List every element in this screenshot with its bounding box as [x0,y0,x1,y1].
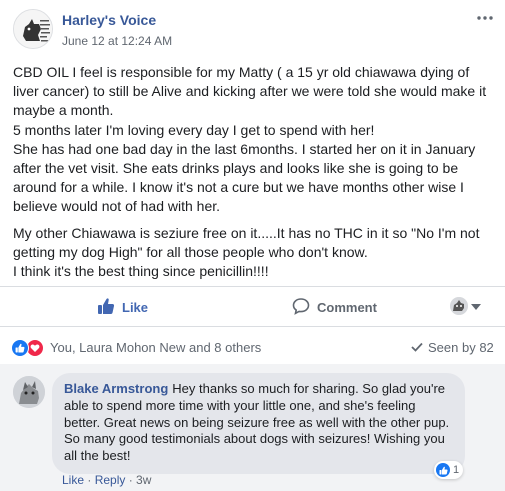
reactions-summary: You, Laura Mohon New and 8 others Seen b… [0,336,505,358]
commenter-avatar[interactable] [13,376,45,408]
post-as-selector[interactable] [450,296,481,316]
seen-by[interactable]: Seen by 82 [411,340,494,355]
comment-like-link[interactable]: Like [62,473,84,487]
like-reaction-icon [436,463,450,477]
comment-author[interactable]: Blake Armstrong [64,381,168,396]
checkmark-icon [411,340,423,355]
post-paragraph: CBD OIL I feel is responsible for my Mat… [13,64,487,215]
post-card: Harley's Voice June 12 at 12:24 AM CBD O… [0,0,505,491]
like-button-label: Like [122,299,149,315]
separator: · [125,473,137,487]
dropdown-caret-icon [471,297,481,315]
post-action-bar: Like Comment [0,286,505,326]
comment-reaction-badge[interactable]: 1 [434,461,464,479]
thumbs-up-icon [97,297,115,318]
post-timestamp[interactable]: June 12 at 12:24 AM [62,34,172,48]
more-options-icon[interactable] [473,10,497,26]
reaction-names[interactable]: You, Laura Mohon New and 8 others [50,340,261,355]
page-mini-avatar [450,297,468,315]
comment-bubble: Blake Armstrong Hey thanks so much for sh… [52,373,465,474]
like-reaction-icon [11,339,29,357]
seen-by-label: Seen by 82 [428,340,494,355]
comment-actions: Like · Reply · 3w [62,473,151,487]
comments-section: Blake Armstrong Hey thanks so much for sh… [0,364,505,491]
comment-button-label: Comment [317,299,377,315]
page-avatar[interactable] [13,9,53,49]
post-body: CBD OIL I feel is responsible for my Mat… [13,63,497,288]
speech-bubble-icon [292,297,310,318]
post-author[interactable]: Harley's Voice [62,12,156,28]
comment-reply-link[interactable]: Reply [95,473,126,487]
separator: · [84,473,95,487]
reaction-icons[interactable] [11,339,44,357]
like-button[interactable]: Like [97,297,148,317]
post-paragraph: My other Chiawawa is seziure free on it.… [13,224,480,280]
divider [0,326,505,327]
comment-reaction-count: 1 [453,464,460,476]
comment-age[interactable]: 3w [136,473,151,487]
comment-button[interactable]: Comment [292,297,377,317]
